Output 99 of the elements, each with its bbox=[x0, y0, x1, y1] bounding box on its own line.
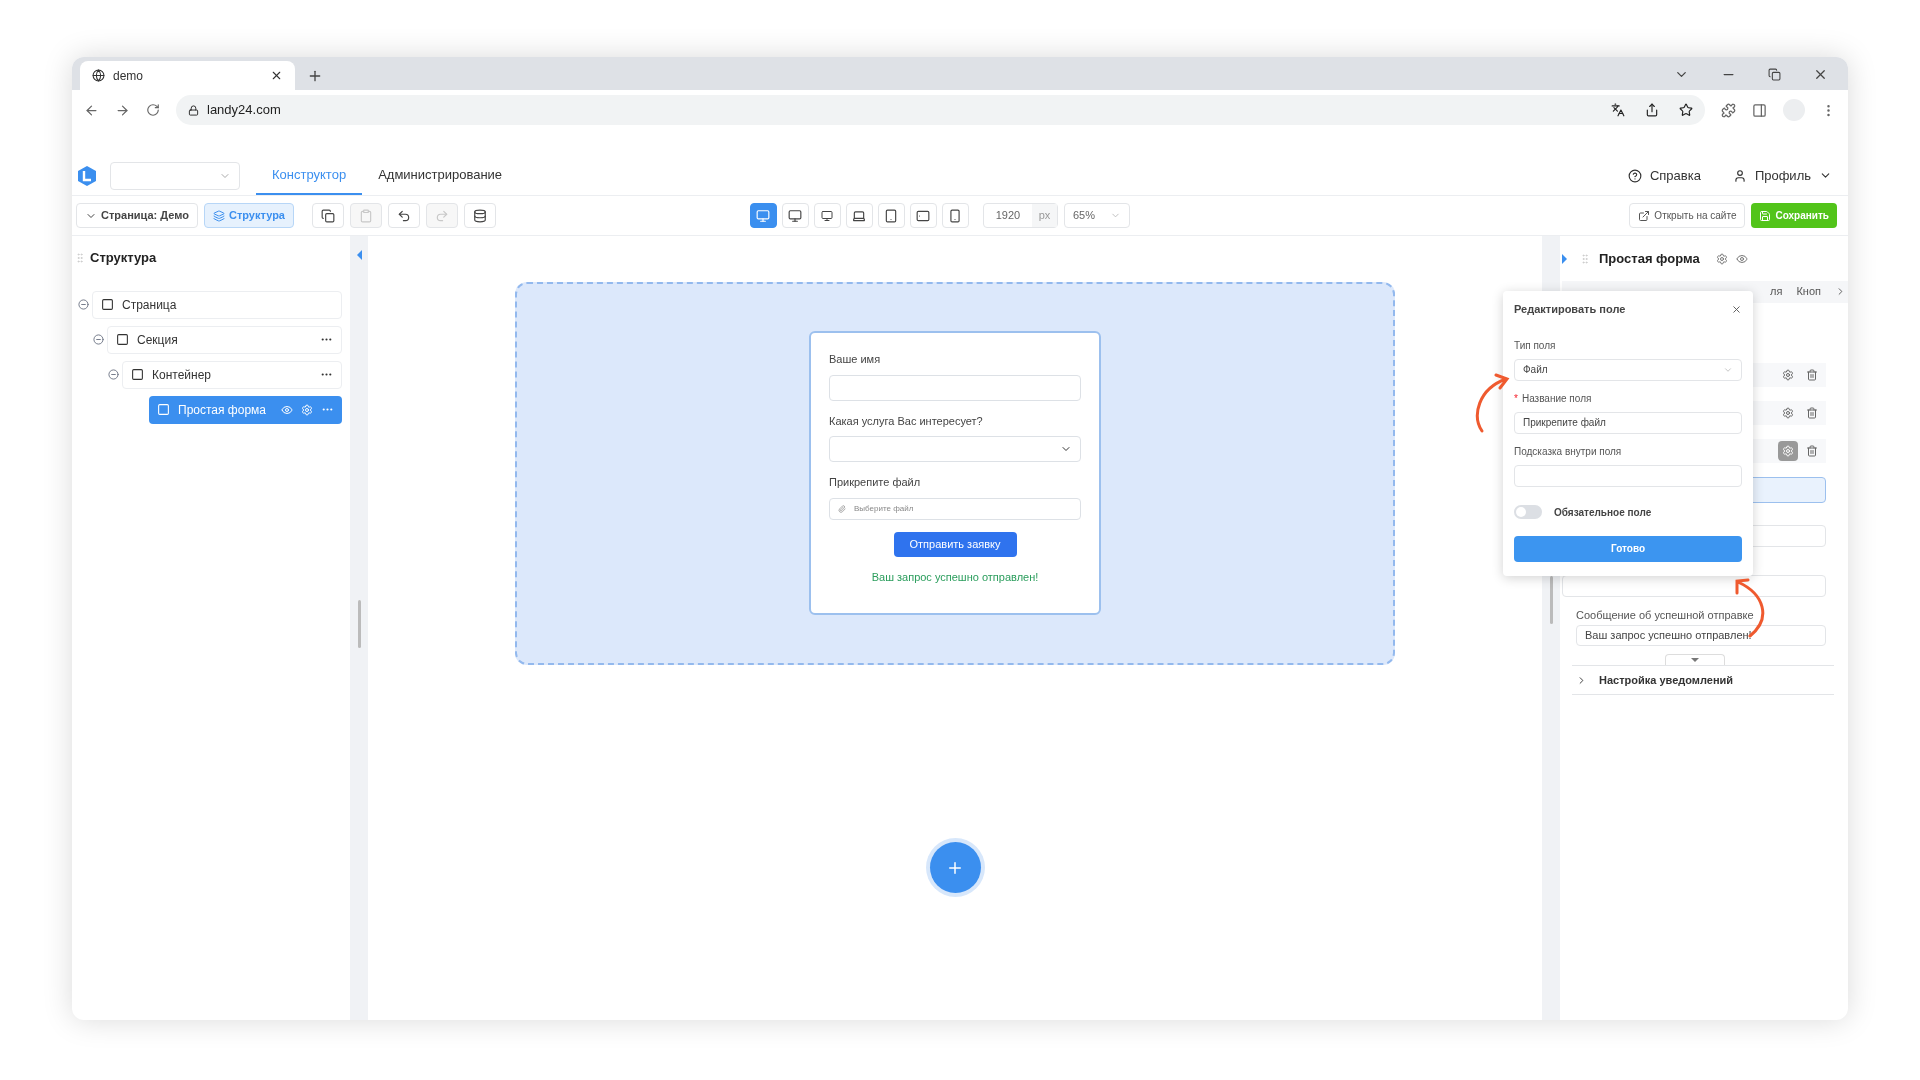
delete-icon[interactable] bbox=[1806, 368, 1818, 381]
field-label: Какая услуга Вас интересует? bbox=[829, 413, 984, 429]
panel-tab[interactable]: ля bbox=[1770, 283, 1783, 300]
resize-handle[interactable] bbox=[357, 600, 361, 648]
name-input[interactable]: Прикрепите файл bbox=[1514, 411, 1742, 434]
settings-icon[interactable] bbox=[1778, 440, 1798, 461]
extensions-icon[interactable] bbox=[1721, 102, 1736, 118]
copy-icon bbox=[320, 208, 335, 223]
success-message: Ваш запрос успешно отправлен! bbox=[871, 569, 1039, 585]
open-site-button[interactable]: Открыть на сайте bbox=[1629, 203, 1746, 228]
reload-icon[interactable] bbox=[146, 103, 160, 117]
back-icon[interactable] bbox=[84, 102, 99, 118]
close-window-icon[interactable] bbox=[1813, 67, 1828, 82]
help-icon bbox=[1627, 168, 1642, 183]
tree-item[interactable]: Контейнер bbox=[122, 360, 342, 389]
tree-item[interactable]: Секция bbox=[107, 325, 342, 354]
user-icon bbox=[1732, 168, 1747, 183]
share-icon[interactable] bbox=[1645, 103, 1659, 117]
field-label: Подсказка внутри поля bbox=[1514, 444, 1623, 459]
translate-icon[interactable] bbox=[1611, 103, 1625, 117]
url-text: landy24.com bbox=[207, 101, 282, 120]
block-icon bbox=[131, 368, 144, 381]
tree-item-label: Секция bbox=[137, 331, 179, 349]
toolbar-button[interactable] bbox=[387, 203, 420, 228]
clipboard-icon bbox=[358, 208, 373, 223]
field-label: Прикрепите файл bbox=[829, 475, 922, 490]
required-mark: * bbox=[1514, 391, 1518, 406]
new-tab-icon[interactable] bbox=[307, 68, 323, 84]
side-panel-icon[interactable] bbox=[1752, 102, 1767, 118]
bookmark-icon[interactable] bbox=[1679, 103, 1693, 117]
field-label: Название поля bbox=[1521, 391, 1592, 406]
panel-title: Структура bbox=[90, 249, 157, 267]
caret-down-icon bbox=[1691, 658, 1699, 662]
profile-menu[interactable]: Профиль bbox=[1732, 156, 1832, 195]
form-icon bbox=[157, 403, 170, 416]
restore-icon[interactable] bbox=[1768, 68, 1781, 81]
delete-icon[interactable] bbox=[1806, 444, 1818, 457]
tablet-icon bbox=[884, 208, 899, 223]
external-link-icon bbox=[1638, 209, 1651, 222]
toolbar-button[interactable] bbox=[311, 203, 344, 228]
header-tab[interactable]: Администрирование bbox=[362, 156, 519, 195]
collapse-icon[interactable] bbox=[107, 369, 119, 380]
undo-icon bbox=[396, 208, 411, 223]
layers-icon bbox=[212, 209, 225, 222]
drag-handle-icon bbox=[1579, 252, 1591, 265]
text-field[interactable] bbox=[829, 374, 1081, 401]
browser-tab[interactable]: demo bbox=[80, 61, 295, 90]
file-field[interactable]: Выберите файл bbox=[829, 497, 1081, 520]
close-icon[interactable] bbox=[1731, 303, 1742, 315]
help-link[interactable]: Справка bbox=[1627, 156, 1701, 195]
zoom-select[interactable]: 65% bbox=[1063, 203, 1130, 228]
save-icon bbox=[1759, 209, 1772, 222]
hint-input[interactable] bbox=[1514, 464, 1742, 487]
expand-panel-icon[interactable] bbox=[1562, 253, 1567, 264]
screen-icon bbox=[821, 209, 834, 222]
redo-icon bbox=[434, 208, 449, 223]
input-field[interactable]: Ваш запрос успешно отправлен! bbox=[1576, 625, 1826, 646]
toggle-label: Обязательное поле bbox=[1554, 505, 1652, 520]
database-icon bbox=[472, 208, 487, 223]
field-label: Тип поля bbox=[1514, 338, 1557, 353]
collapse-panel-icon[interactable] bbox=[356, 250, 362, 260]
panel-tab[interactable]: Кноп bbox=[1796, 283, 1821, 300]
drag-handle-icon bbox=[74, 251, 86, 264]
collapse-icon[interactable] bbox=[77, 299, 89, 310]
paperclip-icon bbox=[838, 504, 846, 513]
tablet-landscape-icon bbox=[916, 208, 931, 223]
block-icon bbox=[101, 298, 114, 311]
select-field[interactable] bbox=[829, 436, 1081, 462]
notifications-section[interactable]: Настройка уведомлений bbox=[1572, 665, 1834, 695]
desktop-icon bbox=[756, 208, 771, 223]
tree-item-label: Простая форма bbox=[178, 401, 267, 419]
submit-button[interactable]: Отправить заявку bbox=[893, 531, 1017, 557]
close-tab-icon[interactable] bbox=[270, 69, 283, 82]
eye-icon[interactable] bbox=[281, 403, 293, 416]
block-icon bbox=[116, 333, 129, 346]
globe-icon bbox=[92, 69, 105, 82]
tree-item-label: Контейнер bbox=[152, 366, 212, 384]
phone-icon bbox=[948, 208, 963, 223]
type-select[interactable]: Файл bbox=[1514, 358, 1742, 381]
lock-icon bbox=[188, 104, 199, 116]
panel-title: Простая форма bbox=[1599, 250, 1700, 268]
toggle-switch[interactable] bbox=[1514, 505, 1542, 519]
tree-item[interactable]: Страница bbox=[92, 290, 342, 319]
field-label: Сообщение об успешной отправке bbox=[1575, 607, 1755, 623]
tree-item-label: Страница bbox=[122, 296, 178, 314]
eye-icon[interactable] bbox=[1735, 252, 1748, 265]
address-bar[interactable]: landy24.com bbox=[176, 95, 1705, 125]
collapse-icon[interactable] bbox=[92, 334, 104, 345]
page-button[interactable]: Страница: Демо bbox=[76, 203, 198, 228]
monitor-icon bbox=[788, 208, 803, 223]
dialog-title: Редактировать поле bbox=[1514, 302, 1626, 317]
settings-icon[interactable] bbox=[1715, 252, 1728, 265]
laptop-icon bbox=[852, 208, 867, 223]
field-label: Ваше имя bbox=[829, 352, 882, 367]
logo-icon bbox=[76, 164, 98, 187]
delete-icon[interactable] bbox=[1806, 406, 1818, 419]
forward-icon[interactable] bbox=[115, 102, 130, 118]
resize-handle[interactable] bbox=[1549, 576, 1553, 624]
toolbar-button[interactable] bbox=[463, 203, 496, 228]
